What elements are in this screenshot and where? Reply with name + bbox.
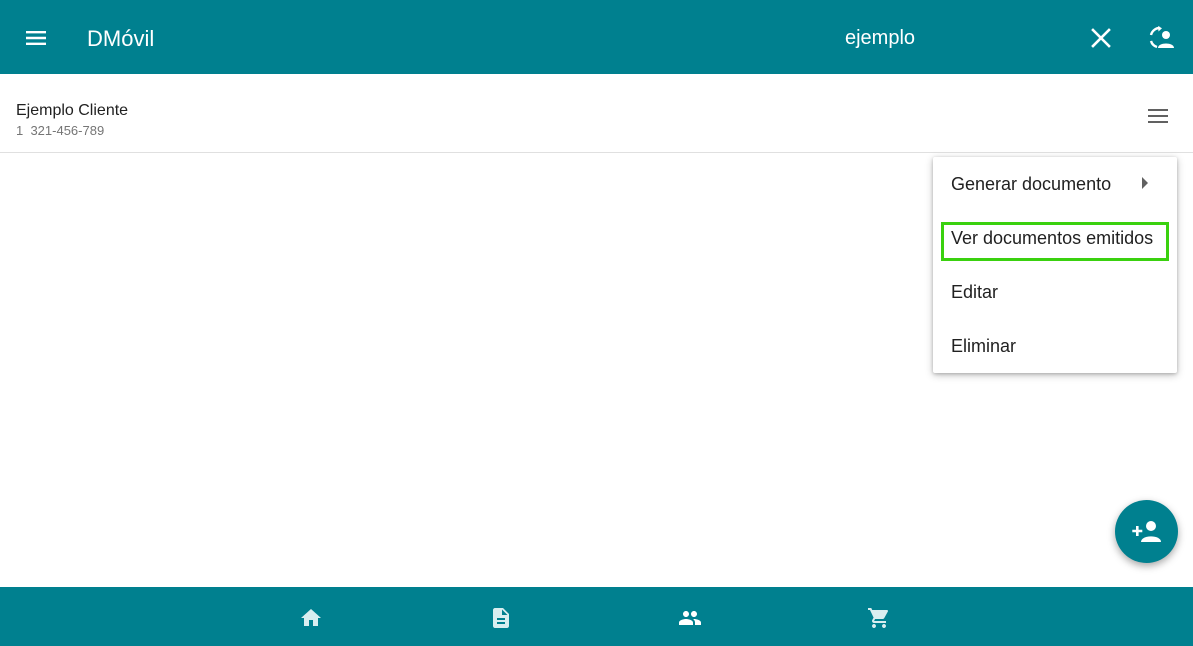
menu-item-label: Generar documento [951,174,1112,194]
document-icon[interactable] [489,606,513,630]
menu-item-label: Eliminar [951,336,1017,356]
menu-item-label: Ver documentos emitidos [951,228,1154,248]
menu-item-generar-documento[interactable]: Generar documento [933,157,1177,211]
menu-item-eliminar[interactable]: Eliminar [933,319,1177,373]
client-list-item[interactable]: Ejemplo Cliente 1 321-456-789 [0,74,1193,153]
sync-user-icon[interactable] [1149,26,1175,50]
bottom-navigation [0,587,1193,646]
menu-item-editar[interactable]: Editar [933,265,1177,319]
home-icon[interactable] [299,606,323,630]
context-menu: Generar documento Ver documentos emitido… [933,157,1177,373]
close-icon[interactable] [1089,26,1113,50]
menu-item-label: Editar [951,282,999,302]
menu-icon[interactable] [24,26,48,50]
people-icon[interactable] [678,606,702,630]
person-add-icon [1132,521,1161,542]
app-title: DMóvil [87,26,155,51]
client-subtitle: 1 321-456-789 [16,123,105,138]
search-input[interactable] [700,22,1060,54]
caret-right-icon [1142,177,1148,189]
hamburger-icon[interactable] [1146,107,1170,125]
search-field[interactable] [700,22,1060,54]
cart-icon[interactable] [867,606,891,630]
menu-item-ver-documentos-emitidos[interactable]: Ver documentos emitidos [933,211,1177,265]
client-name: Ejemplo Cliente [16,102,129,119]
add-client-button[interactable] [1115,500,1178,563]
app-bar: DMóvil [0,0,1193,74]
